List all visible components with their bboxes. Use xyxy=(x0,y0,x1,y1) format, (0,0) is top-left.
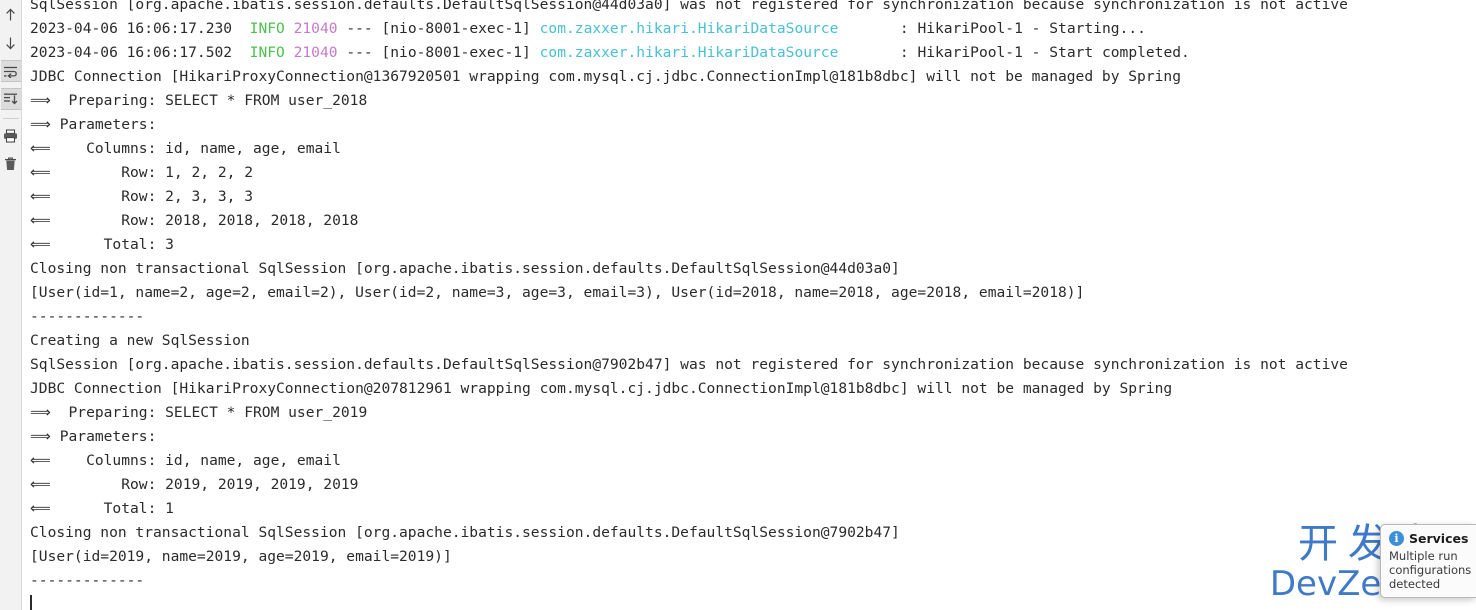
console-line: ⟸ Columns: id, name, age, email xyxy=(30,452,341,469)
info-icon: i xyxy=(1389,531,1404,546)
scroll-down-icon[interactable] xyxy=(1,32,21,54)
console-line: ⟸ Total: 3 xyxy=(30,236,174,253)
console-line: ------------- xyxy=(30,308,145,325)
console-line: ⟸ Total: 1 xyxy=(30,500,174,517)
log-pid: 21040 xyxy=(293,44,338,61)
log-logger: com.zaxxer.hikari.HikariDataSource xyxy=(539,44,839,61)
console-line: ⟸ Columns: id, name, age, email xyxy=(30,140,341,157)
scroll-up-icon[interactable] xyxy=(1,4,21,26)
console-line: ⟹ Preparing: SELECT * FROM user_2018 xyxy=(30,92,368,109)
console-line: 2023-04-06 16:06:17.502 INFO 21040 --- [… xyxy=(30,44,1190,61)
console-line: ⟸ Row: 2019, 2019, 2019, 2019 xyxy=(30,476,359,493)
console-line: 2023-04-06 16:06:17.230 INFO 21040 --- [… xyxy=(30,20,1146,37)
print-icon[interactable] xyxy=(1,125,21,147)
services-notification-popup[interactable]: i Services Multiple run configurations d… xyxy=(1380,524,1476,598)
trash-icon[interactable] xyxy=(1,153,21,175)
console-toolbar xyxy=(0,0,22,610)
text-caret xyxy=(30,595,32,610)
console-line: ------------- xyxy=(30,572,145,589)
console-line: SqlSession [org.apache.ibatis.session.de… xyxy=(30,0,1348,13)
toolbar-divider xyxy=(2,118,19,119)
console-line: Closing non transactional SqlSession [or… xyxy=(30,260,900,277)
console-line: Creating a new SqlSession xyxy=(30,332,250,349)
console-line: ⟸ Row: 2, 3, 3, 3 xyxy=(30,188,254,205)
services-popup-message: Multiple run configurations detected xyxy=(1389,549,1472,591)
console-line: ⟹ Parameters: xyxy=(30,428,166,445)
console-line: ⟸ Row: 2018, 2018, 2018, 2018 xyxy=(30,212,359,229)
console-line: JDBC Connection [HikariProxyConnection@1… xyxy=(30,68,1181,85)
console-line: ⟹ Preparing: SELECT * FROM user_2019 xyxy=(30,404,368,421)
log-pid: 21040 xyxy=(293,20,338,37)
console-line-list: SqlSession [org.apache.ibatis.session.de… xyxy=(30,0,1476,610)
console-output[interactable]: SqlSession [org.apache.ibatis.session.de… xyxy=(22,0,1476,610)
console-line: ⟸ Row: 1, 2, 2, 2 xyxy=(30,164,254,181)
console-line xyxy=(30,593,1476,610)
console-line: Closing non transactional SqlSession [or… xyxy=(30,524,900,541)
log-level: INFO xyxy=(249,20,285,37)
soft-wrap-icon[interactable] xyxy=(0,60,21,82)
console-line: [User(id=1, name=2, age=2, email=2), Use… xyxy=(30,284,1085,301)
console-line: SqlSession [org.apache.ibatis.session.de… xyxy=(30,356,1348,373)
log-level: INFO xyxy=(249,44,285,61)
console-line: [User(id=2019, name=2019, age=2019, emai… xyxy=(30,548,452,565)
log-logger: com.zaxxer.hikari.HikariDataSource xyxy=(539,20,839,37)
console-line: JDBC Connection [HikariProxyConnection@2… xyxy=(30,380,1173,397)
scroll-to-end-icon[interactable] xyxy=(0,88,21,110)
console-line: ⟹ Parameters: xyxy=(30,116,166,133)
services-popup-title: Services xyxy=(1409,531,1469,546)
console-window: SqlSession [org.apache.ibatis.session.de… xyxy=(0,0,1476,610)
services-popup-header: i Services xyxy=(1389,531,1470,546)
